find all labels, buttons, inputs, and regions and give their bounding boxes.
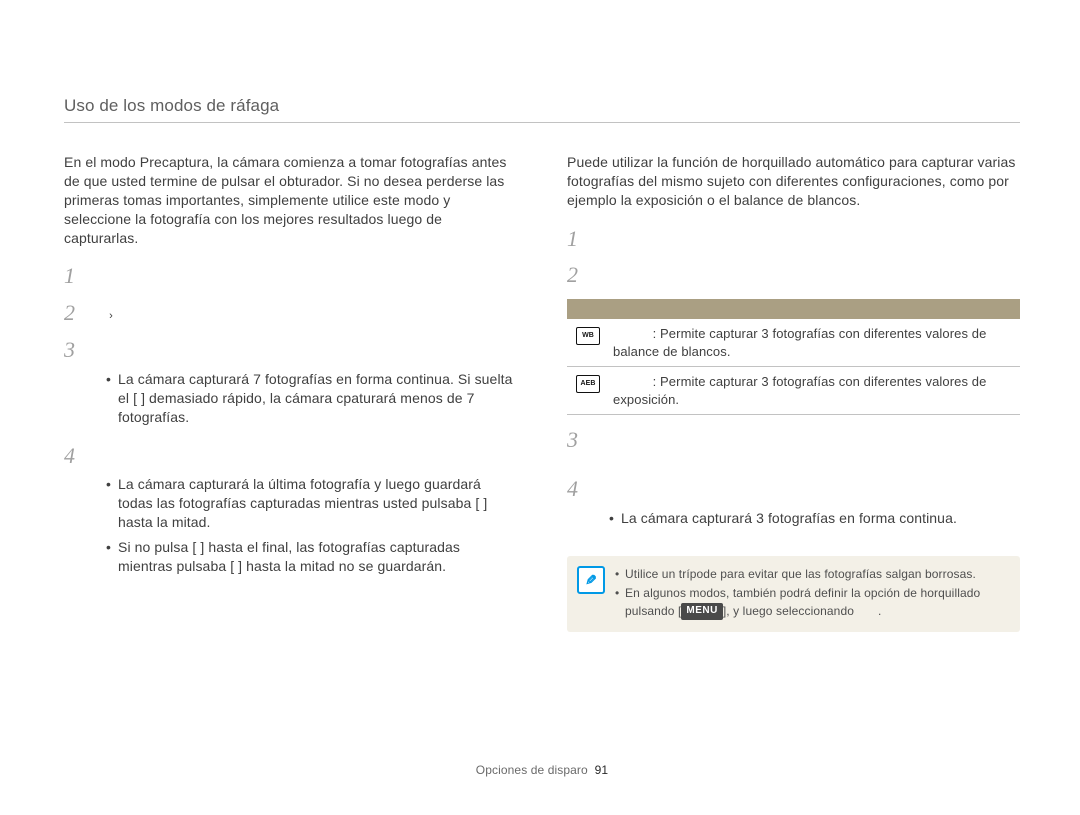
ae-bracket-icon: [576, 375, 600, 393]
right-intro: Puede utilizar la función de horquillado…: [567, 153, 1020, 210]
left-column: En el modo Precaptura, la cámara comienz…: [64, 153, 517, 632]
note-icon: [577, 566, 605, 594]
list-item: La cámara capturará 3 fotografías en for…: [609, 509, 1020, 528]
note-box: Utilice un trípode para evitar que las f…: [567, 556, 1020, 632]
page-footer: Opciones de disparo 91: [64, 763, 1020, 777]
list-item: Utilice un trípode para evitar que las f…: [615, 566, 1006, 583]
list-item: En algunos modos, también podrá definir …: [615, 585, 1006, 620]
two-column-layout: En el modo Precaptura, la cámara comienz…: [64, 153, 1020, 632]
step-4-r: 4: [567, 474, 1020, 505]
page-title: Uso de los modos de ráfaga: [64, 96, 1020, 123]
footer-section: Opciones de disparo: [476, 763, 588, 777]
options-table: xxxxxx: Permite capturar 3 fotografías c…: [567, 299, 1020, 415]
table-header-icon: [567, 299, 607, 319]
step-3-bullets: La cámara capturará 7 fotografías en for…: [106, 370, 517, 427]
step-1: 1: [64, 261, 517, 292]
table-row: xxxxxx: Permite capturar 3 fotografías c…: [567, 319, 1020, 367]
step-1-r: 1: [567, 224, 1020, 255]
table-row: xxxxxx: Permite capturar 3 fotografías c…: [567, 367, 1020, 415]
step-4: 4: [64, 441, 517, 472]
wb-bracket-icon: [576, 327, 600, 345]
step-4-bullets: La cámara capturará la última fotografía…: [106, 475, 517, 575]
right-column: Puede utilizar la función de horquillado…: [567, 153, 1020, 632]
table-cell: xxxxxx: Permite capturar 3 fotografías c…: [607, 319, 1020, 367]
step-3: 3: [64, 335, 517, 366]
page-number: 91: [595, 763, 609, 777]
step-2: 2 ›: [64, 298, 517, 329]
note-list: Utilice un trípode para evitar que las f…: [615, 566, 1006, 620]
table-cell: xxxxxx: Permite capturar 3 fotografías c…: [607, 367, 1020, 415]
step-2-r: 2: [567, 260, 1020, 291]
chevron-right-icon: ›: [109, 310, 113, 322]
left-intro: En el modo Precaptura, la cámara comienz…: [64, 153, 517, 247]
manual-page: Uso de los modos de ráfaga En el modo Pr…: [64, 96, 1020, 815]
step-4-r-bullets: La cámara capturará 3 fotografías en for…: [609, 509, 1020, 528]
list-item: La cámara capturará 7 fotografías en for…: [106, 370, 517, 427]
list-item: La cámara capturará la última fotografía…: [106, 475, 517, 532]
list-item: Si no pulsa [ ] hasta el final, las foto…: [106, 538, 517, 576]
menu-button-label: MENU: [681, 603, 722, 620]
table-header-desc: [607, 299, 1020, 319]
step-3-r: 3: [567, 425, 1020, 456]
